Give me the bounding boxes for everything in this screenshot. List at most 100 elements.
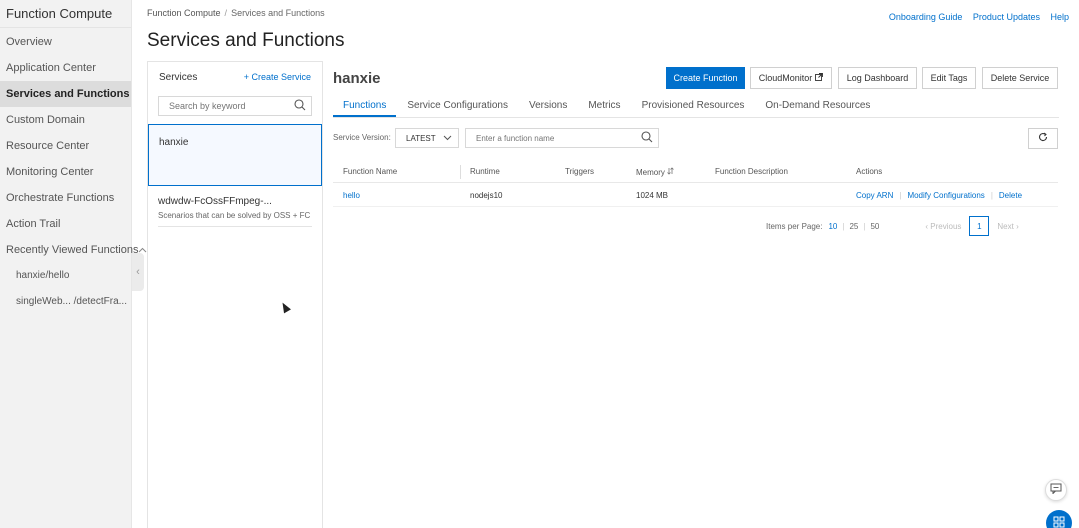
- page-size-option[interactable]: 25: [849, 222, 858, 231]
- delete-function-link[interactable]: Delete: [999, 191, 1022, 200]
- column-header-triggers: Triggers: [565, 167, 595, 176]
- column-divider[interactable]: [460, 165, 461, 179]
- page-size-divider: |: [863, 221, 866, 231]
- create-service-link[interactable]: + Create Service: [244, 72, 311, 82]
- breadcrumb-root[interactable]: Function Compute: [147, 8, 221, 18]
- recent-function-item[interactable]: hanxie/hello: [0, 263, 131, 289]
- pagination: Items per Page: 10 | 25 | 50 ‹ Previous …: [766, 216, 1025, 236]
- search-icon[interactable]: [294, 98, 306, 114]
- column-header-memory-label: Memory: [636, 168, 665, 177]
- chevron-down-icon: [443, 134, 452, 143]
- table-row: hello nodejs10 1024 MB Copy ARN | Modify C…: [333, 183, 1058, 207]
- copy-arn-link[interactable]: Copy ARN: [856, 191, 893, 200]
- sidebar-item-resource-center[interactable]: Resource Center: [0, 133, 131, 159]
- tab-versions[interactable]: Versions: [529, 94, 567, 117]
- function-name-link[interactable]: hello: [343, 191, 360, 200]
- breadcrumb-separator: /: [224, 8, 228, 18]
- log-dashboard-button[interactable]: Log Dashboard: [838, 67, 917, 89]
- external-link-icon: [815, 73, 824, 83]
- action-divider: |: [990, 191, 993, 200]
- product-updates-link[interactable]: Product Updates: [973, 12, 1040, 22]
- tab-metrics[interactable]: Metrics: [588, 94, 620, 117]
- chat-button[interactable]: [1045, 479, 1067, 501]
- service-version-value: LATEST: [406, 133, 436, 143]
- page-number-current[interactable]: 1: [969, 216, 990, 236]
- function-memory: 1024 MB: [636, 191, 669, 200]
- cloudmonitor-label: CloudMonitor: [758, 73, 813, 83]
- create-function-button[interactable]: Create Function: [666, 67, 745, 89]
- cloudmonitor-button[interactable]: CloudMonitor: [750, 67, 832, 89]
- page-size-option[interactable]: 50: [870, 222, 879, 231]
- apps-grid-icon: [1053, 516, 1065, 528]
- breadcrumb: Function Compute / Services and Functions: [147, 8, 325, 18]
- column-header-description: Function Description: [715, 167, 788, 176]
- sidebar-item-orchestrate-functions[interactable]: Orchestrate Functions: [0, 185, 131, 211]
- service-search-box: [158, 96, 312, 116]
- function-search-box: [465, 128, 659, 148]
- action-divider: |: [899, 191, 902, 200]
- chevron-left-icon: ‹: [925, 221, 929, 231]
- service-detail: hanxie Create Function CloudMonitor Log …: [323, 61, 1079, 528]
- function-runtime: nodejs10: [470, 191, 503, 200]
- function-search-input[interactable]: [476, 133, 626, 143]
- refresh-button[interactable]: [1028, 128, 1058, 149]
- sidebar-group-label: Recently Viewed Functions: [6, 244, 139, 256]
- tab-provisioned-resources[interactable]: Provisioned Resources: [642, 94, 745, 117]
- service-title: hanxie: [333, 70, 381, 87]
- service-tabs: Functions Service Configurations Version…: [333, 94, 1059, 118]
- sidebar-item-overview[interactable]: Overview: [0, 29, 131, 55]
- function-actions: Copy ARN | Modify Configurations | Delete: [856, 191, 1022, 200]
- page-size-option[interactable]: 10: [828, 222, 837, 231]
- column-header-actions: Actions: [856, 167, 883, 176]
- next-page-label: Next: [997, 221, 1014, 231]
- service-name: wdwdw-FcOssFFmpeg-...: [158, 196, 272, 207]
- chevron-left-icon: ‹: [136, 266, 140, 278]
- refresh-icon: [1038, 132, 1048, 145]
- functions-table: Function Name Runtime Triggers Memory Fu…: [333, 161, 1058, 207]
- service-version-label: Service Version:: [333, 133, 391, 142]
- breadcrumb-current: Services and Functions: [231, 8, 325, 18]
- column-header-function-name: Function Name: [343, 167, 398, 176]
- services-panel-header: Services + Create Service: [148, 62, 322, 92]
- sidebar-item-services-and-functions[interactable]: Services and Functions: [0, 81, 131, 107]
- service-name: hanxie: [159, 137, 189, 148]
- next-page-button[interactable]: Next ›: [997, 222, 1018, 231]
- service-description: Scenarios that can be solved by OSS + FC: [158, 211, 311, 220]
- sidebar-collapse-handle[interactable]: ‹: [132, 253, 144, 291]
- service-list-item[interactable]: wdwdw-FcOssFFmpeg-... Scenarios that can…: [158, 196, 312, 227]
- service-version-select[interactable]: LATEST: [395, 128, 459, 148]
- search-icon[interactable]: [641, 130, 653, 146]
- services-panel: Services + Create Service hanxie wdwdw-F…: [147, 61, 323, 528]
- onboarding-guide-link[interactable]: Onboarding Guide: [889, 12, 963, 22]
- page-title: Services and Functions: [147, 30, 345, 51]
- service-list-item-selected[interactable]: hanxie: [148, 124, 322, 186]
- sidebar-group-recent-functions[interactable]: Recently Viewed Functions: [0, 237, 147, 263]
- modify-configurations-link[interactable]: Modify Configurations: [907, 191, 984, 200]
- sidebar-item-monitoring-center[interactable]: Monitoring Center: [0, 159, 131, 185]
- sort-icon[interactable]: [667, 167, 674, 177]
- tab-service-configurations[interactable]: Service Configurations: [407, 94, 508, 117]
- previous-page-label: Previous: [930, 221, 962, 231]
- top-links: Onboarding Guide Product Updates Help: [881, 12, 1069, 22]
- items-per-page-label: Items per Page:: [766, 221, 823, 231]
- sidebar: Function Compute Overview Application Ce…: [0, 0, 147, 528]
- edit-tags-button[interactable]: Edit Tags: [922, 67, 976, 89]
- tab-functions[interactable]: Functions: [333, 94, 397, 117]
- chat-icon: [1050, 483, 1062, 497]
- services-panel-title: Services: [159, 71, 198, 83]
- service-search-input[interactable]: [169, 101, 289, 111]
- table-header: Function Name Runtime Triggers Memory Fu…: [333, 161, 1058, 183]
- recent-function-item[interactable]: singleWeb... /detectFra...: [0, 289, 131, 315]
- chevron-right-icon: ›: [1016, 221, 1019, 231]
- previous-page-button[interactable]: ‹ Previous: [925, 222, 961, 231]
- column-header-runtime: Runtime: [470, 167, 500, 176]
- column-header-memory[interactable]: Memory: [636, 167, 674, 177]
- tab-on-demand-resources[interactable]: On-Demand Resources: [765, 94, 870, 117]
- sidebar-item-action-trail[interactable]: Action Trail: [0, 211, 131, 237]
- sidebar-item-custom-domain[interactable]: Custom Domain: [0, 107, 131, 133]
- sidebar-item-application-center[interactable]: Application Center: [0, 55, 131, 81]
- help-link[interactable]: Help: [1050, 12, 1069, 22]
- sidebar-title: Function Compute: [0, 0, 131, 28]
- page-size-divider: |: [842, 221, 845, 231]
- delete-service-button[interactable]: Delete Service: [982, 67, 1058, 89]
